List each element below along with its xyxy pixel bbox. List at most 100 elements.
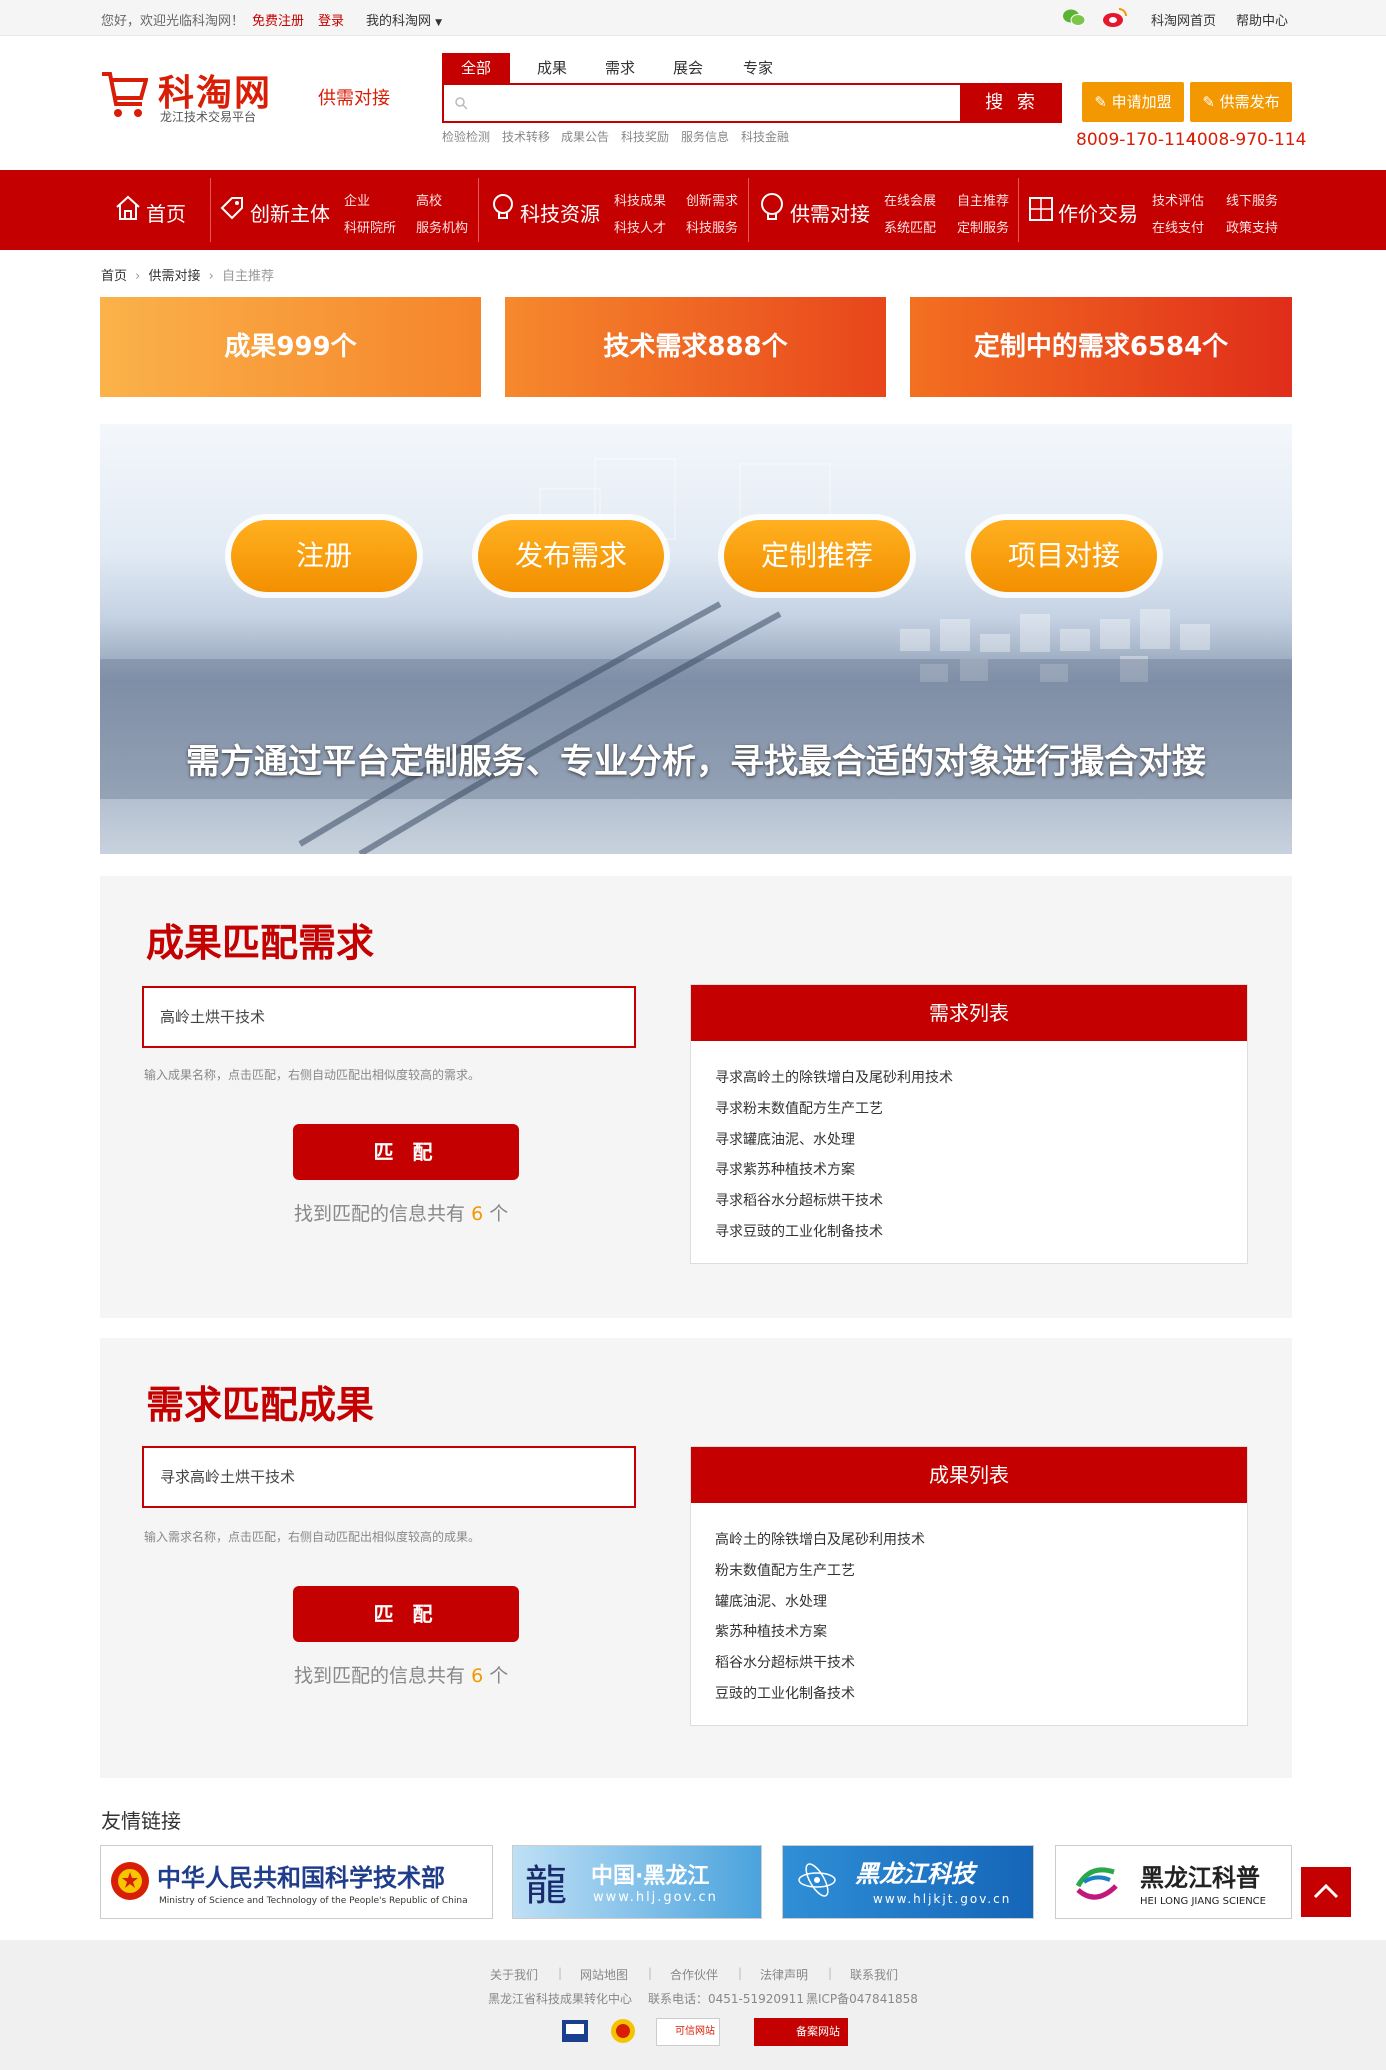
nav-link[interactable]: 科研院所: [344, 217, 396, 236]
nav-link[interactable]: 技术评估: [1152, 190, 1204, 209]
project-matching-button[interactable]: 项目对接: [971, 520, 1157, 592]
footer-org: 黑龙江省科技成果转化中心: [488, 1992, 633, 2006]
chevron-up-icon: [1313, 1883, 1339, 1899]
back-to-top-button[interactable]: [1301, 1867, 1351, 1917]
stat-banner-results[interactable]: 成果999个: [100, 297, 481, 397]
nav-link[interactable]: 系统匹配: [884, 217, 936, 236]
trusted-site-label: 可信网站: [675, 2026, 715, 2037]
tab-experts[interactable]: 专家: [738, 53, 778, 83]
footer-link[interactable]: 网站地图: [580, 1966, 628, 1983]
list-item[interactable]: 寻求紫苏种植技术方案: [715, 1155, 1247, 1186]
list-item[interactable]: 豆豉的工业化制备技术: [715, 1679, 1247, 1710]
hot-word[interactable]: 成果公告: [561, 128, 609, 145]
police-badge-icon[interactable]: [560, 2016, 590, 2050]
nav-link[interactable]: 科技人才: [614, 217, 666, 236]
tab-results[interactable]: 成果: [532, 53, 572, 83]
lightbulb-icon: [490, 192, 516, 228]
list-item[interactable]: 粉末数值配方生产工艺: [715, 1556, 1247, 1587]
list-item[interactable]: 稻谷水分超标烘干技术: [715, 1648, 1247, 1679]
help-center-link[interactable]: 帮助中心: [1236, 10, 1288, 29]
demand-name-input[interactable]: 寻求高岭土烘干技术: [142, 1446, 636, 1508]
nav-link[interactable]: 在线会展: [884, 190, 936, 209]
list-item[interactable]: 寻求高岭土的除铁增白及尾砂利用技术: [715, 1063, 1247, 1094]
breadcrumb-item[interactable]: 首页: [101, 269, 127, 284]
apply-join-button[interactable]: ✎ 申请加盟: [1082, 82, 1184, 122]
result-name-input[interactable]: 高岭土烘干技术: [142, 986, 636, 1048]
custom-recommend-button[interactable]: 定制推荐: [724, 520, 910, 592]
stat-banner-demands[interactable]: 技术需求888个: [505, 297, 886, 397]
weibo-icon[interactable]: [1102, 7, 1128, 33]
footer-separator: |: [738, 1966, 743, 1980]
match-button[interactable]: 匹 配: [293, 1586, 519, 1642]
link-heilongjiang-popular-science[interactable]: 黑龙江科普 HEI LONG JIANG SCIENCE: [1055, 1845, 1292, 1919]
list-item[interactable]: 寻求粉末数值配方生产工艺: [715, 1094, 1247, 1125]
hlj-gov-url: www.hlj.gov.cn: [593, 1890, 718, 1905]
hot-word[interactable]: 科技金融: [741, 128, 789, 145]
hero-slogan: 需方通过平台定制服务、专业分析，寻找最合适的对象进行撮合对接: [186, 742, 1206, 782]
footer-separator: |: [648, 1966, 653, 1980]
list-item[interactable]: 紫苏种植技术方案: [715, 1617, 1247, 1648]
nav-link[interactable]: 定制服务: [957, 217, 1009, 236]
publish-supply-demand-button[interactable]: ✎ 供需发布: [1190, 82, 1292, 122]
footer-link[interactable]: 法律声明: [760, 1966, 808, 1983]
link-heilongjiang-gov[interactable]: 龍 中国·黑龙江 www.hlj.gov.cn: [512, 1845, 762, 1919]
match-button[interactable]: 匹 配: [293, 1124, 519, 1180]
tab-all[interactable]: 全部: [442, 53, 510, 83]
panel-title: 成果匹配需求: [146, 921, 375, 965]
nav-link[interactable]: 线下服务: [1226, 190, 1278, 209]
nav-link[interactable]: 政策支持: [1226, 217, 1278, 236]
record-site-badge[interactable]: 备案网站: [754, 2018, 848, 2046]
public-security-emblem-icon[interactable]: [608, 2016, 638, 2050]
hot-word[interactable]: 科技奖励: [621, 128, 669, 145]
hero-banner: 需方通过平台定制服务、专业分析，寻找最合适的对象进行撮合对接: [100, 424, 1292, 854]
publish-demand-button[interactable]: 发布需求: [478, 520, 664, 592]
nav-link[interactable]: 服务机构: [416, 217, 468, 236]
nav-group-title[interactable]: 作价交易: [1058, 198, 1138, 227]
login-link[interactable]: 登录: [318, 10, 344, 29]
list-item[interactable]: 寻求罐底油泥、水处理: [715, 1125, 1247, 1156]
hot-word[interactable]: 检验检测: [442, 128, 490, 145]
hot-word[interactable]: 技术转移: [502, 128, 550, 145]
footer-icp: 黑ICP备047841858: [806, 1992, 918, 2006]
tab-demands[interactable]: 需求: [600, 53, 640, 83]
search-input[interactable]: [442, 83, 962, 123]
link-ministry-of-science[interactable]: 中华人民共和国科学技术部 Ministry of Science and Tec…: [100, 1845, 493, 1919]
nav-link[interactable]: 科技成果: [614, 190, 666, 209]
register-link[interactable]: 免费注册: [252, 10, 304, 29]
footer-link[interactable]: 合作伙伴: [670, 1966, 718, 1983]
stat-text: 成果999个: [224, 332, 357, 362]
apply-join-label: 申请加盟: [1111, 93, 1172, 111]
stat-banner-custom[interactable]: 定制中的需求6584个: [910, 297, 1292, 397]
nav-link[interactable]: 企业: [344, 190, 370, 209]
edit-icon: ✎: [1202, 93, 1215, 111]
list-item[interactable]: 寻求稻谷水分超标烘干技术: [715, 1186, 1247, 1217]
breadcrumb-item[interactable]: 供需对接: [149, 269, 201, 284]
footer-link[interactable]: 关于我们: [490, 1966, 538, 1983]
tab-exhibitions[interactable]: 展会: [668, 53, 708, 83]
list-item[interactable]: 罐底油泥、水处理: [715, 1587, 1247, 1618]
nav-link[interactable]: 高校: [416, 190, 442, 209]
my-account-menu[interactable]: 我的科淘网 ▼: [366, 10, 442, 29]
nav-link[interactable]: 自主推荐: [957, 190, 1009, 209]
wechat-icon[interactable]: [1062, 8, 1086, 32]
nav-group-title[interactable]: 科技资源: [520, 198, 600, 227]
trusted-site-badge[interactable]: 可信网站: [656, 2018, 720, 2046]
site-home-link[interactable]: 科淘网首页: [1151, 10, 1216, 29]
tag-icon: [218, 194, 246, 226]
match-count-prefix: 找到匹配的信息共有: [294, 1203, 466, 1225]
nav-home[interactable]: 首页: [112, 170, 212, 250]
search-button[interactable]: 搜 索: [962, 83, 1062, 123]
nav-link[interactable]: 在线支付: [1152, 217, 1204, 236]
list-item[interactable]: 寻求豆豉的工业化制备技术: [715, 1217, 1247, 1248]
footer-link[interactable]: 联系我们: [850, 1966, 898, 1983]
nav-group-title[interactable]: 供需对接: [790, 198, 870, 227]
list-header: 需求列表: [691, 985, 1247, 1041]
nav-group-title[interactable]: 创新主体: [250, 198, 330, 227]
match-results-to-demands-panel: 成果匹配需求 高岭土烘干技术 输入成果名称，点击匹配，右侧自动匹配出相似度较高的…: [100, 876, 1292, 1318]
nav-link[interactable]: 科技服务: [686, 217, 738, 236]
hot-word[interactable]: 服务信息: [681, 128, 729, 145]
register-button[interactable]: 注册: [231, 520, 417, 592]
nav-link[interactable]: 创新需求: [686, 190, 738, 209]
link-heilongjiang-science[interactable]: 黑龙江科技 www.hljkjt.gov.cn: [782, 1845, 1034, 1919]
list-item[interactable]: 高岭土的除铁增白及尾砂利用技术: [715, 1525, 1247, 1556]
